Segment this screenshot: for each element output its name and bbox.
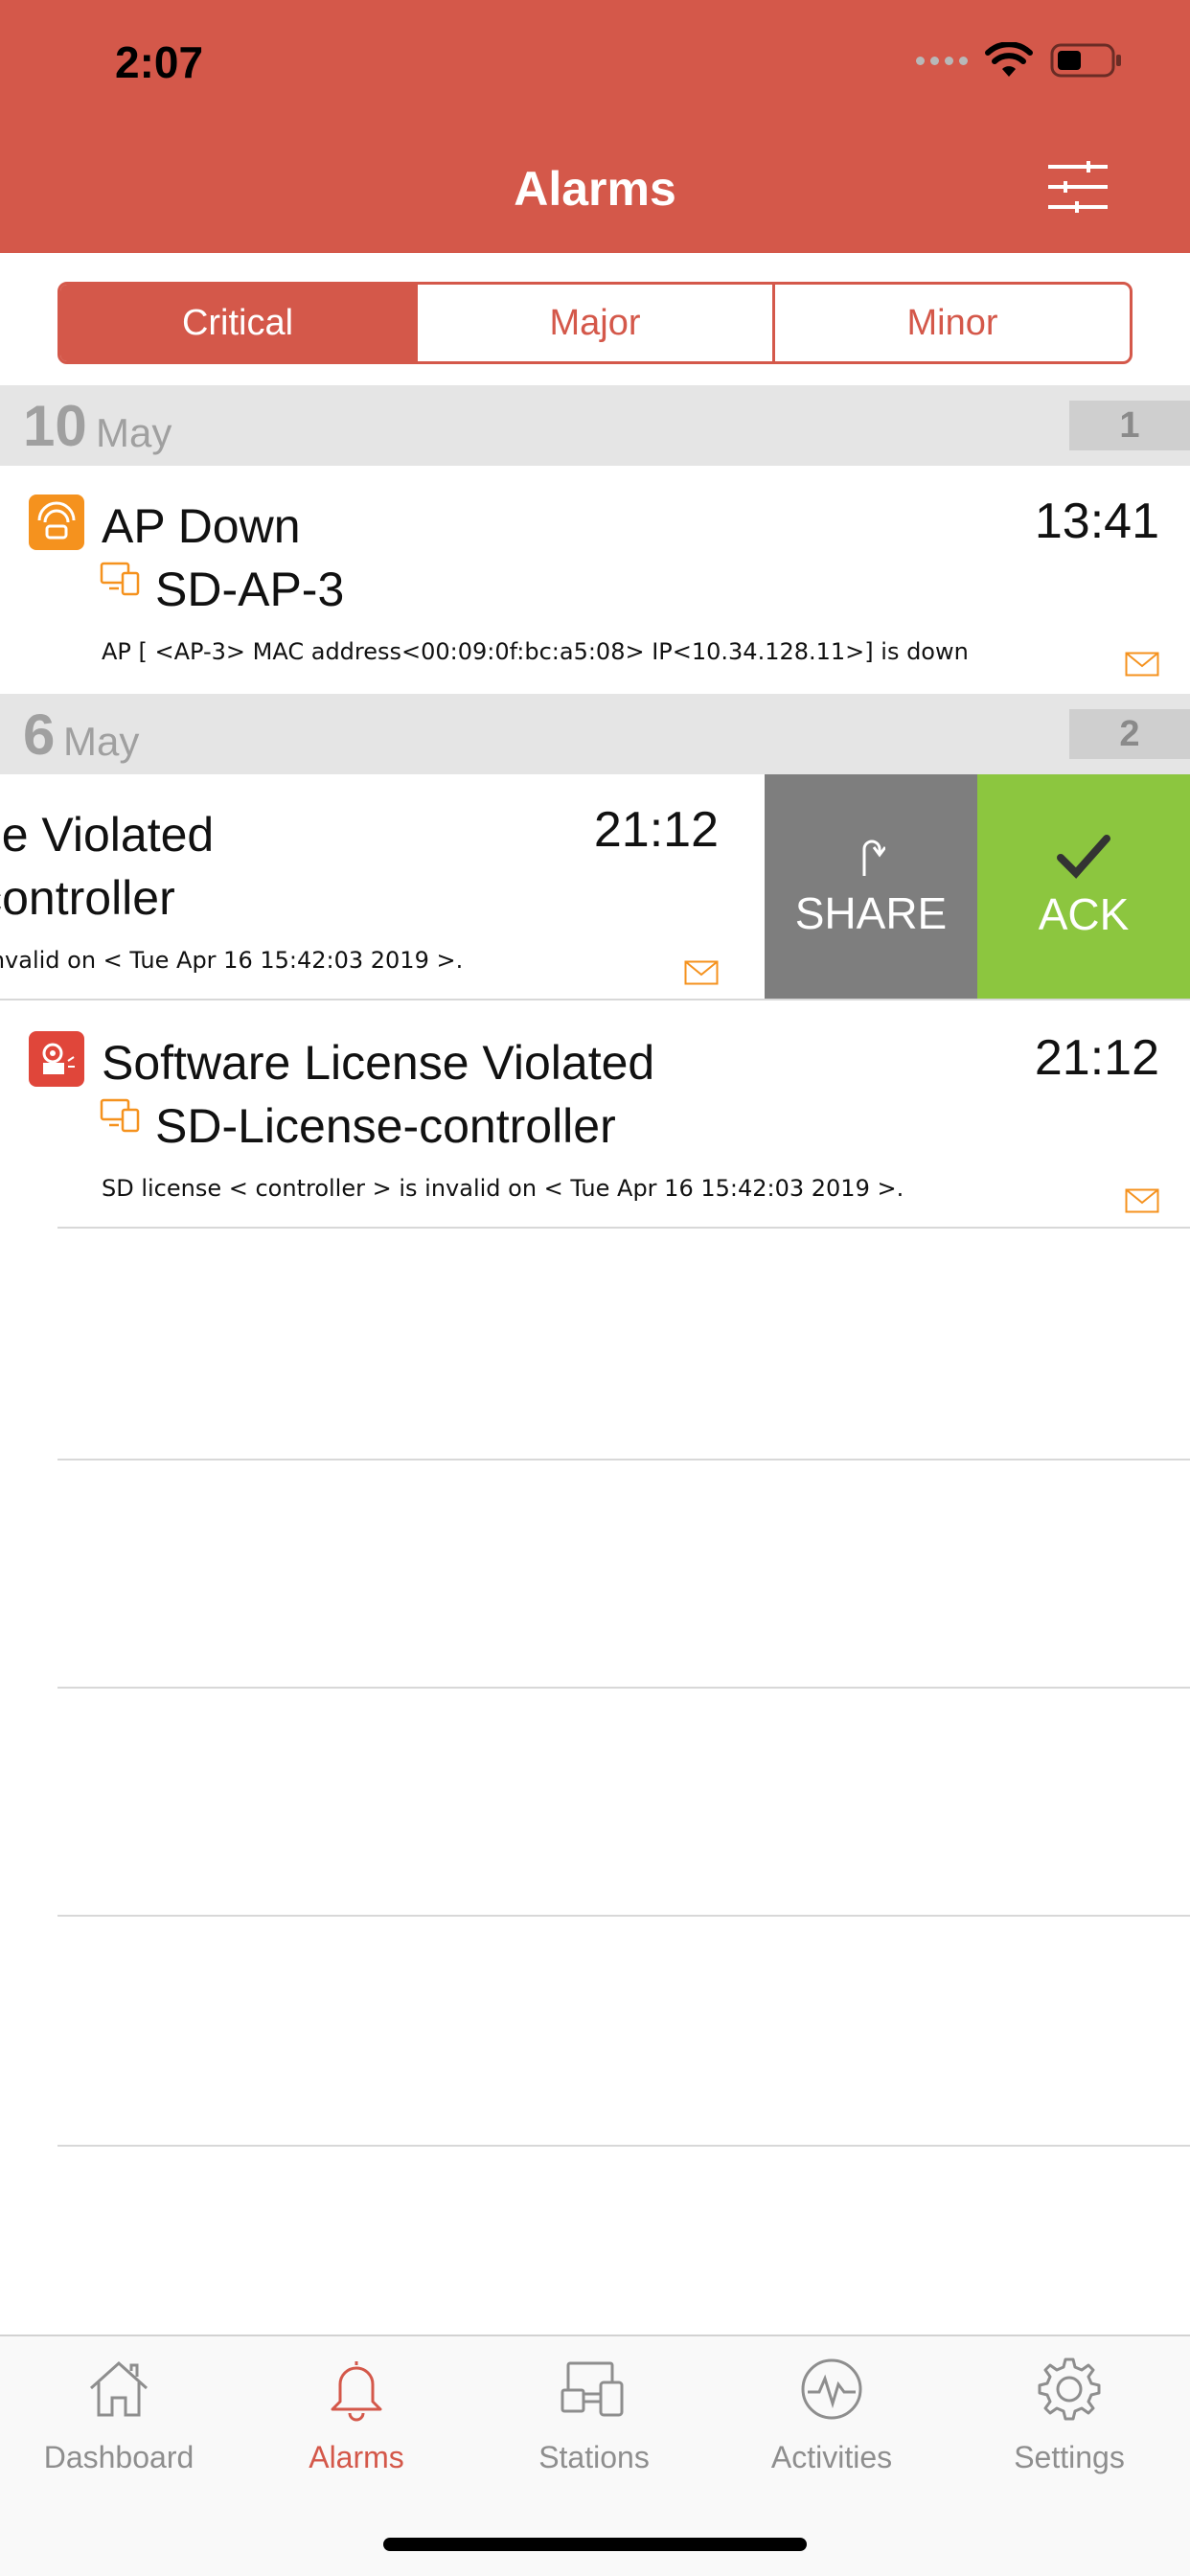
tab-label: Settings <box>1014 2440 1125 2474</box>
row-divider <box>0 999 1190 1000</box>
gear-icon <box>1038 2358 1101 2421</box>
nav-header: 2:07 Alarms <box>0 0 1190 253</box>
tab-activities[interactable]: Activities <box>713 2356 950 2499</box>
tab-label: Activities <box>770 2440 893 2474</box>
alarm-title: Software License Violated <box>0 808 215 862</box>
empty-row-divider <box>57 1915 1190 1917</box>
alarm-description: AP [ <AP-3> MAC address<00:09:0f:bc:a5:0… <box>102 638 969 665</box>
pulse-icon <box>801 2358 862 2420</box>
tab-label: Stations <box>538 2440 650 2474</box>
alarm-row-swiped[interactable]: Software License Violated SD-License-con… <box>0 774 1190 1000</box>
bell-icon <box>331 2361 382 2422</box>
battery-icon <box>1050 43 1121 78</box>
empty-row-divider <box>57 1459 1190 1460</box>
section-day: 10 <box>23 394 87 458</box>
device-icon <box>100 1098 140 1133</box>
alarm-device: SD-License-controller <box>0 871 175 925</box>
device-icon <box>100 562 140 596</box>
mail-icon[interactable] <box>1125 1188 1159 1213</box>
alarm-description: SD license < controller > is invalid on … <box>102 1175 904 1202</box>
ack-button[interactable]: ACK <box>977 774 1190 1000</box>
section-count-badge: 1 <box>1069 401 1190 450</box>
alarm-time: 21:12 <box>593 802 719 858</box>
license-icon <box>29 1031 84 1087</box>
house-icon <box>89 2360 149 2417</box>
cellular-signal-icon <box>916 56 968 65</box>
segment-minor[interactable]: Minor <box>775 285 1130 361</box>
alarm-time: 13:41 <box>1034 494 1159 549</box>
share-button[interactable]: SHARE <box>765 774 977 1000</box>
severity-segmented-control: Critical Major Minor <box>57 282 1133 364</box>
tab-stations[interactable]: Stations <box>475 2356 713 2499</box>
section-count-badge: 2 <box>1069 709 1190 759</box>
share-label: SHARE <box>794 888 948 938</box>
tab-alarms[interactable]: Alarms <box>238 2356 475 2499</box>
alarm-description: SD license < controller > is invalid on … <box>0 947 464 974</box>
segment-major[interactable]: Major <box>418 285 775 361</box>
filter-sliders-icon[interactable] <box>1046 161 1110 213</box>
wifi-icon <box>985 42 1033 77</box>
tab-settings[interactable]: Settings <box>950 2356 1188 2499</box>
empty-row-divider <box>57 1687 1190 1689</box>
section-day: 6 <box>23 702 56 767</box>
alarm-device: SD-AP-3 <box>155 563 345 616</box>
ack-label: ACK <box>1038 889 1130 939</box>
alarm-title: AP Down <box>102 499 301 553</box>
share-arrow-icon <box>862 840 885 876</box>
status-indicators <box>916 42 1123 79</box>
section-header: 6 May 2 <box>0 694 1190 774</box>
home-indicator[interactable] <box>383 2538 807 2551</box>
alarm-row[interactable]: AP Down SD-AP-3 AP [ <AP-3> MAC address<… <box>0 466 1190 692</box>
segment-critical[interactable]: Critical <box>60 285 418 361</box>
alarm-row[interactable]: Software License Violated SD-License-con… <box>0 1002 1190 1229</box>
section-month: May <box>63 719 140 764</box>
checkmark-icon <box>1057 835 1110 879</box>
devices-icon <box>561 2361 624 2417</box>
alarm-device: SD-License-controller <box>155 1099 616 1153</box>
tab-label: Alarms <box>309 2440 404 2474</box>
row-divider <box>57 1227 1190 1229</box>
alarm-time: 21:12 <box>1034 1030 1159 1086</box>
tab-label: Dashboard <box>43 2440 195 2474</box>
section-header: 10 May 1 <box>0 385 1190 466</box>
page-title: Alarms <box>514 162 676 216</box>
empty-row-divider <box>57 2145 1190 2147</box>
mail-icon[interactable] <box>1125 652 1159 677</box>
mail-icon[interactable] <box>684 960 719 985</box>
ap-down-icon <box>29 494 84 550</box>
section-month: May <box>96 410 172 455</box>
status-time: 2:07 <box>115 37 204 87</box>
tab-dashboard[interactable]: Dashboard <box>0 2356 238 2499</box>
alarm-title: Software License Violated <box>102 1036 655 1090</box>
swiped-row-content: Software License Violated SD-License-con… <box>0 774 765 1000</box>
